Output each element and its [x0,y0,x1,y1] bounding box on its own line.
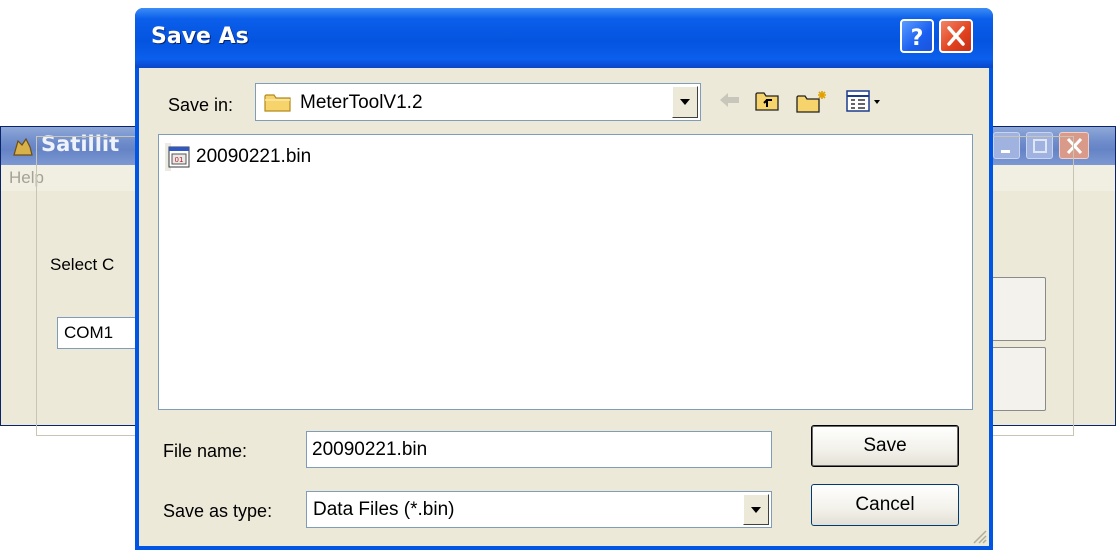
dialog-title: Save As [151,24,249,49]
bin-file-icon: 01 [168,146,190,168]
dialog-titlebar[interactable]: Save As ? [135,8,993,68]
save-in-value: MeterToolV1.2 [300,92,423,113]
file-list-item[interactable]: 01 20090221.bin [165,143,311,171]
view-menu-icon[interactable] [845,89,885,113]
background-button-2[interactable] [990,347,1046,411]
file-name-input[interactable] [306,431,772,468]
save-as-dialog: Save As ? Save in: MeterToolV1.2 01 2009… [135,8,993,550]
file-list[interactable]: 01 20090221.bin [158,134,973,410]
close-button[interactable] [939,19,973,53]
up-one-level-icon[interactable] [753,89,783,113]
dialog-client-area: Save in: MeterToolV1.2 01 20090221.bin F… [139,68,989,546]
save-in-dropdown-arrow[interactable] [672,86,698,118]
chevron-down-icon [680,99,690,105]
help-button[interactable]: ? [900,19,934,53]
new-folder-icon[interactable] [795,89,829,115]
save-as-type-dropdown[interactable]: Data Files (*.bin) [306,491,772,528]
save-as-type-value: Data Files (*.bin) [313,499,455,520]
save-in-label: Save in: [168,95,234,115]
question-mark-icon: ? [911,26,924,51]
select-com-group-label: Select C [48,255,117,275]
com-port-value: COM1 [64,323,114,342]
svg-text:01: 01 [175,156,184,164]
save-as-type-label: Save as type: [163,501,273,521]
file-name-field-label: File name: [163,441,248,461]
close-icon [947,26,965,46]
save-as-type-dropdown-arrow[interactable] [743,494,769,525]
back-arrow-icon[interactable] [717,89,743,111]
folder-icon [264,94,291,112]
chevron-down-icon [751,507,761,513]
cancel-button[interactable]: Cancel [811,484,959,526]
svg-text:?: ? [911,26,924,51]
save-button[interactable]: Save [811,425,959,467]
file-name-label: 20090221.bin [196,146,312,167]
app-icon [13,137,33,156]
save-in-dropdown[interactable]: MeterToolV1.2 [255,83,701,121]
background-button-1[interactable] [990,277,1046,341]
resize-grip-icon[interactable] [971,528,987,544]
